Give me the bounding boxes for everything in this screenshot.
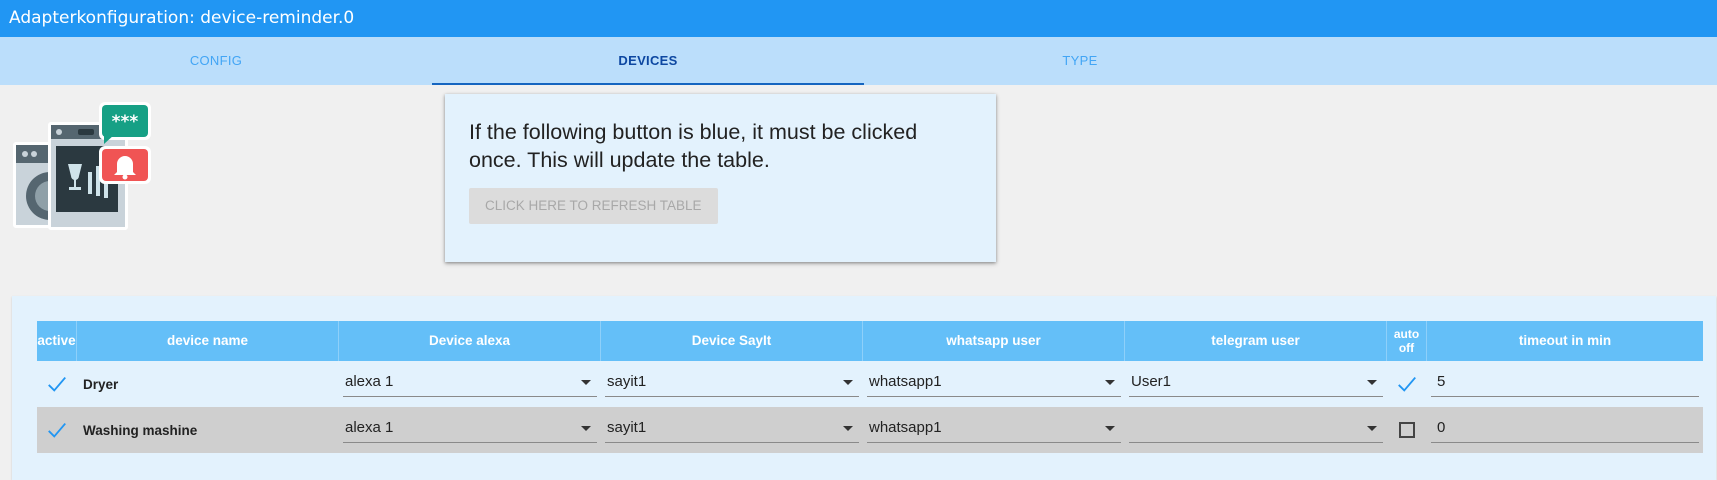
devices-table: active device name Device alexa Device S… [37,321,1703,453]
alexa-select[interactable]: alexa 1 [343,413,597,443]
chevron-down-icon [1367,380,1377,385]
window-title: Adapterkonfiguration: device-reminder.0 [0,0,1717,37]
timeout-input[interactable]: 5 [1431,367,1699,397]
refresh-table-button[interactable]: CLICK HERE TO REFRESH TABLE [469,188,718,224]
chevron-down-icon [843,426,853,431]
alexa-select-value: alexa 1 [345,419,394,436]
sayit-select[interactable]: sayit1 [605,413,859,443]
chevron-down-icon [581,426,591,431]
auto-off-checkbox[interactable] [1396,373,1418,395]
device-name: Dryer [83,376,119,392]
table-header: active device name Device alexa Device S… [37,321,1703,361]
bubble-text: *** [112,112,139,132]
header-telegram-user: telegram user [1125,321,1387,361]
telegram-select[interactable] [1129,413,1383,443]
auto-off-checkbox[interactable] [1399,422,1415,438]
chevron-down-icon [581,380,591,385]
sayit-select[interactable]: sayit1 [605,367,859,397]
telegram-select-value: User1 [1131,373,1172,390]
chevron-down-icon [1105,426,1115,431]
header-auto-off: auto off [1387,321,1427,361]
header-timeout: timeout in min [1518,333,1612,348]
header-whatsapp-user: whatsapp user [863,321,1125,361]
whatsapp-select[interactable]: whatsapp1 [867,413,1121,443]
table-row: Washing mashine alexa 1 sayit1 whatsapp1… [37,407,1703,453]
alexa-select[interactable]: alexa 1 [343,367,597,397]
refresh-info-text: If the following button is blue, it must… [469,120,918,172]
whatsapp-select-value: whatsapp1 [869,373,942,390]
sayit-select-value: sayit1 [607,373,647,390]
whatsapp-select[interactable]: whatsapp1 [867,367,1121,397]
header-active: active [37,321,77,361]
chevron-down-icon [843,380,853,385]
devices-table-panel: active device name Device alexa Device S… [12,296,1716,480]
washing-machine-reminder-logo: *** [13,102,151,230]
header-device-alexa: Device alexa [339,321,601,361]
chevron-down-icon [1367,426,1377,431]
chevron-down-icon [1105,380,1115,385]
tab-bar: CONFIG DEVICES TYPE [0,37,1717,85]
whatsapp-select-value: whatsapp1 [869,419,942,436]
telegram-select[interactable]: User1 [1129,367,1383,397]
table-row: Dryer alexa 1 sayit1 whatsapp1 User1 5 [37,361,1703,407]
sayit-select-value: sayit1 [607,419,647,436]
active-checkbox[interactable] [46,373,68,395]
header-device-name: device name [77,321,339,361]
tab-config[interactable]: CONFIG [0,37,432,85]
refresh-info-card: If the following button is blue, it must… [445,94,996,262]
active-checkbox[interactable] [46,419,68,441]
tab-devices[interactable]: DEVICES [432,37,864,85]
device-name: Washing mashine [83,422,198,438]
header-device-sayit: Device SayIt [601,321,863,361]
timeout-input[interactable]: 0 [1431,413,1699,443]
tab-type[interactable]: TYPE [864,37,1296,85]
alexa-select-value: alexa 1 [345,373,394,390]
